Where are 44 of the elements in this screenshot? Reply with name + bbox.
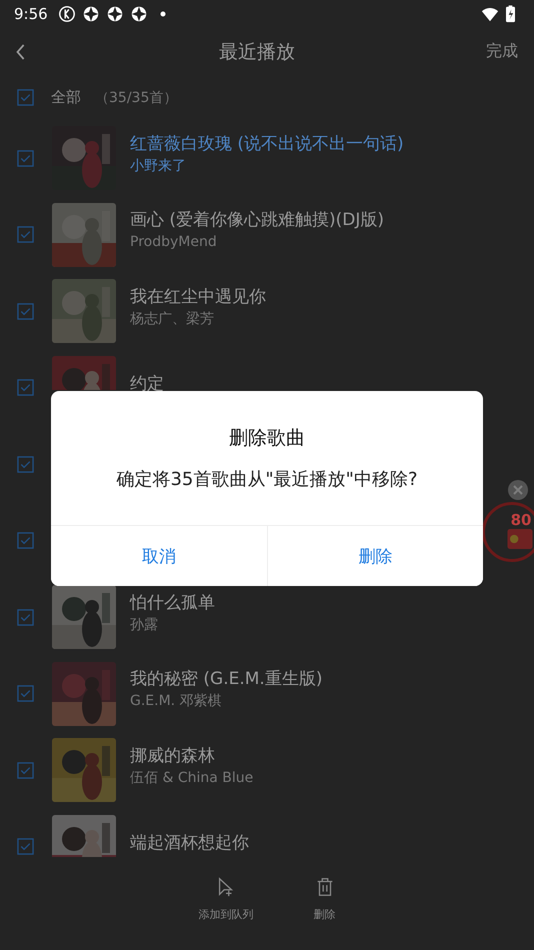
notification-dot-icon bbox=[160, 11, 166, 17]
checkbox[interactable] bbox=[17, 838, 34, 856]
aperture-icon bbox=[130, 5, 148, 23]
checkbox[interactable] bbox=[17, 762, 34, 779]
select-all-label[interactable]: 全部 bbox=[51, 88, 81, 107]
envelope-icon bbox=[507, 529, 533, 549]
checkbox[interactable] bbox=[17, 89, 34, 106]
wifi-icon bbox=[481, 5, 499, 23]
song-title[interactable]: 端起酒杯想起你 bbox=[130, 832, 249, 853]
checkbox[interactable] bbox=[17, 379, 34, 396]
aperture-icon bbox=[82, 5, 100, 23]
song-count: （35/35首） bbox=[95, 88, 178, 106]
song-title[interactable]: 我在红尘中遇见你 bbox=[130, 286, 266, 307]
checkbox[interactable] bbox=[17, 456, 34, 473]
dialog-message: 确定将35首歌曲从"最近播放"中移除? bbox=[116, 468, 418, 491]
song-title[interactable]: 约定 bbox=[130, 374, 164, 394]
dialog-title: 删除歌曲 bbox=[229, 426, 305, 451]
song-title[interactable]: 我的秘密 (G.E.M.重生版) bbox=[130, 669, 322, 690]
song-artist: 伍佰 & China Blue bbox=[130, 770, 254, 787]
bottom-action-button[interactable]: 添加到队列 bbox=[198, 875, 254, 922]
close-icon[interactable] bbox=[508, 480, 528, 500]
checkbox[interactable] bbox=[17, 685, 34, 702]
song-artist: 孙露 bbox=[130, 616, 159, 634]
song-artist: 杨志广、梁芳 bbox=[130, 310, 215, 328]
battery-icon bbox=[505, 5, 516, 23]
song-title[interactable]: 红蔷薇白玫瑰 (说不出说不出一句话) bbox=[130, 134, 404, 154]
checkbox[interactable] bbox=[17, 226, 34, 244]
done-button[interactable]: 完成 bbox=[486, 41, 518, 62]
song-artist: 小野来了 bbox=[130, 158, 187, 175]
song-title[interactable]: 挪威的森林 bbox=[130, 746, 254, 766]
song-title[interactable]: 画心 (爱着你像心跳难触摸)(DJ版) bbox=[130, 210, 384, 230]
aperture-icon bbox=[106, 5, 124, 23]
checkbox[interactable] bbox=[17, 150, 34, 167]
bottom-action-button[interactable]: 删除 bbox=[314, 875, 336, 922]
song-artist: G.E.M. 邓紫棋 bbox=[130, 693, 223, 710]
page-title: 最近播放 bbox=[219, 40, 295, 64]
status-time: 9:56 bbox=[14, 5, 48, 23]
song-title[interactable]: 怕什么孤单 bbox=[130, 592, 215, 613]
checkbox[interactable] bbox=[17, 608, 34, 626]
k-logo-icon bbox=[58, 5, 76, 23]
checkbox[interactable] bbox=[17, 532, 34, 550]
checkbox[interactable] bbox=[17, 302, 34, 320]
dialog-button[interactable]: 删除 bbox=[266, 526, 483, 586]
song-artist: ProdbyMend bbox=[130, 234, 218, 252]
